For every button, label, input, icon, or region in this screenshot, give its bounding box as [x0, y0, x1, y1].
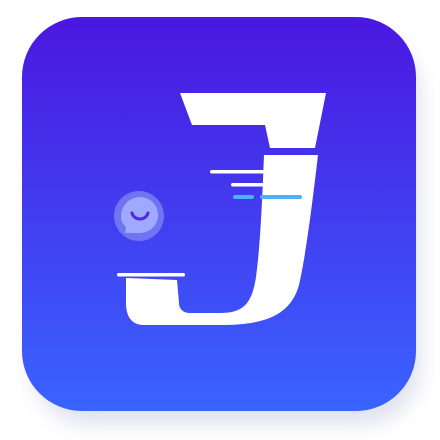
app-icon-graphic	[22, 17, 416, 411]
app-icon[interactable]	[22, 17, 416, 411]
icon-background	[22, 17, 416, 411]
app-icon-canvas	[0, 0, 440, 440]
chat-bubble-smile-icon	[114, 191, 164, 241]
